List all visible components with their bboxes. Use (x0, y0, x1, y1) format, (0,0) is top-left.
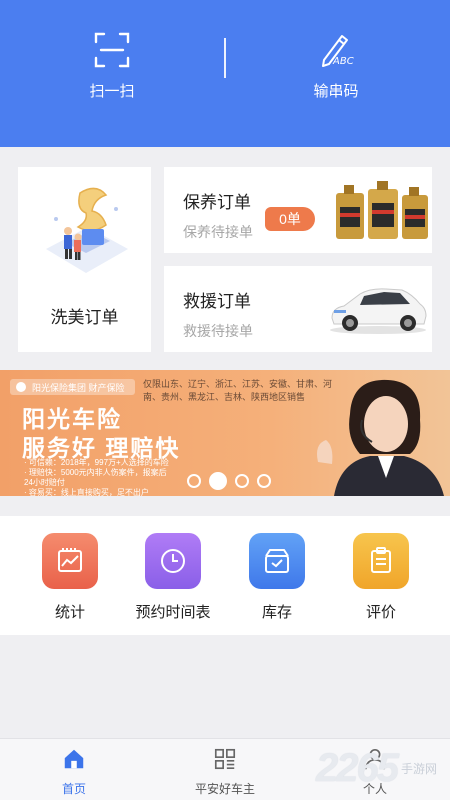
function-grid: 统计 预约时间表 库存 评价 (0, 516, 450, 635)
inventory-box-icon (249, 533, 305, 589)
maintenance-pending-text: 保养待接单 (183, 224, 253, 240)
watermark-text: 手游网 (400, 761, 437, 776)
header-bar: 扫一扫 ABC 输串码 (0, 0, 450, 147)
review-button[interactable]: 评价 (333, 533, 429, 623)
promo-banner[interactable]: 阳光保险集团 财产保险 仅限山东、辽宁、浙江、江苏、安徽、甘肃、河南、贵州、黑龙… (0, 370, 450, 496)
maintenance-count-badge: 0单 (265, 207, 315, 231)
enter-code-label: 输串码 (313, 83, 359, 100)
rescue-pending-text: 救援待接单 (183, 323, 253, 339)
car-icon (330, 288, 427, 334)
banner-feature-line: 24小时赔付 (24, 478, 65, 487)
banner-feature-line: · 理赔快：5000元内非人伤案件，报案后 (24, 468, 167, 477)
banner-feature-line: · 可信赖：2018年，997万+人选择的车险 (24, 458, 169, 467)
tab-home-label: 首页 (61, 782, 86, 796)
insurer-logo: 阳光保险集团 财产保险 (10, 379, 135, 395)
pen-abc-icon: ABC (322, 35, 354, 67)
grid-icon (214, 748, 236, 770)
schedule-label: 预约时间表 (135, 604, 211, 621)
wash-order-title: 洗美订单 (50, 308, 119, 327)
agent-portrait-icon (317, 379, 444, 496)
watermark-number: 2265 (316, 745, 399, 790)
tab-pingan-owner[interactable]: 平安好车主 (170, 747, 280, 797)
banner-pagination (187, 472, 271, 490)
banner-features: · 可信赖：2018年，997万+人选择的车险 · 理赔快：5000元内非人伤案… (24, 458, 169, 496)
rescue-order-title: 救援订单 (183, 292, 251, 311)
clipboard-icon (353, 533, 409, 589)
maintenance-order-title: 保养订单 (183, 193, 251, 212)
schedule-button[interactable]: 预约时间表 (125, 533, 221, 623)
pagination-dot[interactable] (235, 474, 249, 488)
svg-text:ABC: ABC (332, 56, 354, 67)
site-watermark: 2265 手游网 (316, 742, 450, 794)
pagination-dot-active[interactable] (209, 472, 227, 490)
stats-label: 统计 (54, 604, 85, 621)
rescue-order-card[interactable]: 救援订单 救援待接单 (164, 266, 432, 352)
chart-icon (42, 533, 98, 589)
inventory-button[interactable]: 库存 (229, 533, 325, 623)
engine-oil-icon (336, 181, 428, 239)
scan-button[interactable]: 扫一扫 (42, 30, 182, 110)
inventory-label: 库存 (261, 604, 292, 621)
tab-pingan-owner-label: 平安好车主 (194, 782, 255, 796)
review-label: 评价 (365, 604, 396, 621)
header-divider (224, 38, 226, 78)
enter-code-button[interactable]: ABC 输串码 (266, 30, 406, 110)
pagination-dot[interactable] (257, 474, 271, 488)
wash-illustration-icon (46, 187, 128, 273)
scan-label: 扫一扫 (89, 83, 135, 100)
stats-button[interactable]: 统计 (22, 533, 118, 623)
banner-feature-line: · 容易买：线上直接购买，足不出户 (24, 488, 149, 496)
clock-icon (145, 533, 201, 589)
pagination-dot[interactable] (187, 474, 201, 488)
sun-logo-icon (16, 382, 26, 392)
scan-icon (94, 32, 130, 68)
maintenance-order-card[interactable]: 保养订单 保养待接单 0单 (164, 167, 432, 253)
insurer-logo-text: 阳光保险集团 财产保险 (32, 382, 125, 393)
wash-order-card[interactable]: 洗美订单 (18, 167, 151, 352)
home-icon (64, 749, 84, 769)
tab-home[interactable]: 首页 (19, 747, 129, 797)
